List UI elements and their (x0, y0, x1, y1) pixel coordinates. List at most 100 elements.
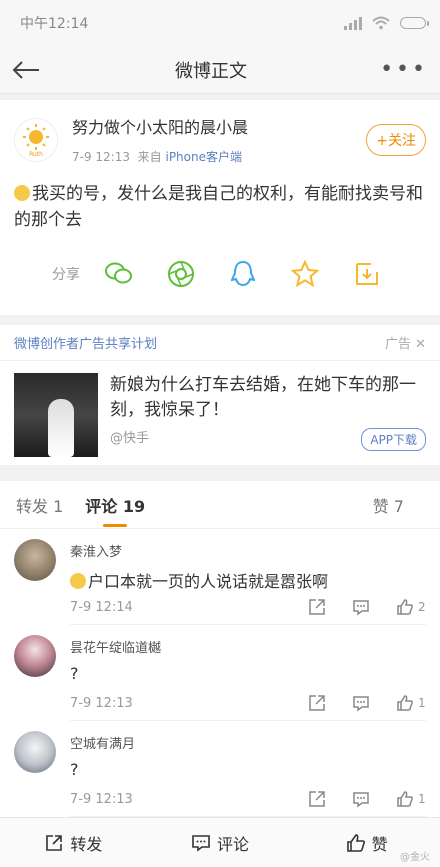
repost-label: 转发 (70, 834, 103, 854)
comment-body: 昙花午绽临道樾 ? 7-9 12:13 1 (70, 635, 426, 721)
more-options-icon[interactable]: ••• (380, 57, 428, 82)
ad-card[interactable]: 微博创作者广告共享计划 广告 ✕ 新娘为什么打车去结婚，在她下车的那一刻，我惊呆… (0, 325, 440, 465)
repost-button[interactable]: 转发 (0, 818, 147, 867)
comment-author[interactable]: 昙花午绽临道樾 (70, 637, 426, 656)
reply-button[interactable] (352, 694, 370, 712)
like-count: 2 (418, 600, 426, 614)
comment-icon (353, 600, 369, 616)
ad-tag-label: 广告 (384, 337, 411, 352)
post-text: 我买的号，发什么是我自己的权利，有能耐找卖号和的那个去 (14, 181, 426, 233)
comment-author[interactable]: 秦淮入梦 (70, 541, 426, 560)
comment-label: 评论 (217, 834, 250, 854)
avatar[interactable]: Ruth (14, 117, 58, 162)
comment-text: ? (70, 664, 79, 683)
ad-plan-link[interactable]: 微博创作者广告共享计划 (14, 333, 157, 352)
status-icons (344, 16, 429, 30)
like-label: 赞 (371, 834, 388, 854)
qq-icon[interactable] (228, 259, 258, 289)
tab-likes[interactable]: 赞 7 (373, 493, 404, 517)
user-block: 努力做个小太阳的晨小晨 7-9 12:13 来自 iPhone客户端 (72, 114, 366, 165)
reply-button[interactable] (352, 598, 370, 616)
comment-body: 秦淮入梦 户口本就一页的人说话就是嚣张啊 7-9 12:14 2 (70, 539, 426, 625)
like-button[interactable]: 2 (396, 598, 426, 616)
post-meta: 7-9 12:13 来自 iPhone客户端 (72, 148, 366, 165)
comment-time: 7-9 12:13 (70, 695, 133, 711)
post-time: 7-9 12:13 (72, 150, 130, 164)
share-label: 分享 (52, 267, 80, 283)
comment-time: 7-9 12:13 (70, 791, 133, 807)
smile-emoji-icon (14, 185, 30, 201)
app-download-button[interactable]: APP下载 (361, 428, 426, 451)
ad-tag[interactable]: 广告 ✕ (385, 333, 426, 352)
ad-body: 新娘为什么打车去结婚，在她下车的那一刻，我惊呆了！ @快手 APP下载 (0, 361, 440, 465)
comment-item: 秦淮入梦 户口本就一页的人说话就是嚣张啊 7-9 12:14 2 (0, 529, 440, 625)
share-out-icon (309, 695, 325, 711)
post-body: 我买的号，发什么是我自己的权利，有能耐找卖号和的那个去 (14, 184, 423, 230)
repost-comment-button[interactable] (308, 598, 326, 616)
ad-header: 微博创作者广告共享计划 广告 ✕ (0, 325, 440, 361)
smirk-emoji-icon (70, 573, 86, 589)
comment-time: 7-9 12:14 (70, 599, 133, 615)
status-bar: 中午12:14 (0, 0, 440, 46)
tab-repost[interactable]: 转发 1 (16, 493, 63, 517)
favorite-star-icon[interactable] (290, 259, 320, 289)
thumbs-up-icon (397, 695, 413, 711)
wifi-icon (372, 16, 390, 30)
avatar[interactable] (14, 731, 56, 773)
back-arrow-icon (12, 60, 39, 79)
repost-icon (46, 834, 63, 851)
like-count: 1 (418, 792, 426, 806)
comment-footer: 7-9 12:13 1 (70, 694, 426, 712)
bottom-action-bar: 转发 评论 赞 @金火 (0, 817, 440, 867)
tab-comments[interactable]: 评论 19 (85, 493, 145, 527)
back-button[interactable] (12, 55, 42, 85)
post-header: Ruth 努力做个小太阳的晨小晨 7-9 12:13 来自 iPhone客户端 … (14, 114, 426, 165)
comment-footer: 7-9 12:14 2 (70, 598, 426, 616)
weibo-post: Ruth 努力做个小太阳的晨小晨 7-9 12:13 来自 iPhone客户端 … (0, 100, 440, 315)
thumbs-up-icon (397, 599, 413, 615)
like-count: 1 (418, 696, 426, 710)
ad-content: 新娘为什么打车去结婚，在她下车的那一刻，我惊呆了！ @快手 APP下载 (110, 373, 426, 453)
comment-author[interactable]: 空城有满月 (70, 733, 426, 752)
share-row: 分享 (14, 233, 426, 315)
comment-body: 空城有满月 ? 7-9 12:13 1 (70, 731, 426, 817)
wechat-icon[interactable] (104, 259, 134, 289)
post-source[interactable]: iPhone客户端 (165, 150, 242, 164)
source-prefix: 来自 (137, 150, 162, 164)
status-time: 中午12:14 (20, 16, 89, 32)
share-out-icon (309, 599, 325, 615)
comment-icon (353, 696, 369, 712)
share-out-icon (309, 791, 325, 807)
comment-icon (192, 834, 210, 852)
comment-button[interactable]: 评论 (147, 818, 294, 867)
repost-comment-button[interactable] (308, 694, 326, 712)
comment-text: 户口本就一页的人说话就是嚣张啊 (70, 568, 426, 592)
like-button[interactable]: 1 (396, 790, 426, 808)
avatar[interactable] (14, 635, 56, 677)
signal-icon (344, 16, 362, 30)
reply-button[interactable] (352, 790, 370, 808)
battery-icon (400, 17, 429, 29)
ad-title[interactable]: 新娘为什么打车去结婚，在她下车的那一刻，我惊呆了！ (110, 373, 426, 423)
sun-avatar-icon: Ruth (23, 123, 49, 158)
comment-footer: 7-9 12:13 1 (70, 790, 426, 808)
comment-item: 空城有满月 ? 7-9 12:13 1 (0, 721, 440, 817)
save-image-icon[interactable] (352, 259, 382, 289)
follow-button[interactable]: +关注 (366, 123, 426, 156)
thumbs-up-icon (346, 833, 365, 852)
repost-comment-button[interactable] (308, 790, 326, 808)
avatar[interactable] (14, 539, 56, 581)
post-tabs: 转发 1 评论 19 赞 7 (0, 481, 440, 529)
like-button[interactable]: 1 (396, 694, 426, 712)
post-author[interactable]: 努力做个小太阳的晨小晨 (72, 114, 366, 138)
comment-list: 秦淮入梦 户口本就一页的人说话就是嚣张啊 7-9 12:14 2 昙花午绽临道樾… (0, 529, 440, 817)
thumbs-up-icon (397, 791, 413, 807)
comment-text-body: 户口本就一页的人说话就是嚣张啊 (88, 572, 329, 591)
comment-text: ? (70, 760, 79, 779)
page-title: 微博正文 (175, 60, 248, 82)
comment-item: 昙花午绽临道樾 ? 7-9 12:13 1 (0, 625, 440, 721)
ad-thumbnail[interactable] (14, 373, 98, 457)
nav-bar: 微博正文 ••• (0, 46, 440, 94)
close-icon[interactable]: ✕ (415, 337, 426, 352)
moments-icon[interactable] (166, 259, 196, 289)
